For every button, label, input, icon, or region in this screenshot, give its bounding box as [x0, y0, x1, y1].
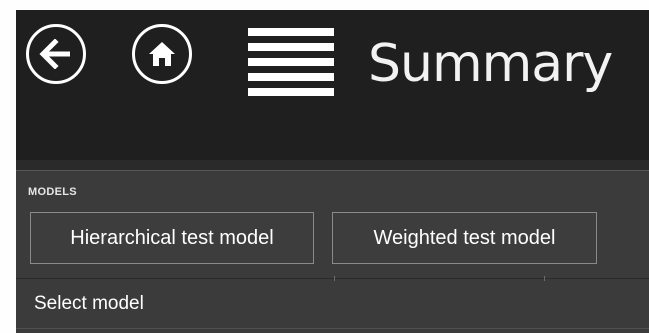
menu-bar — [248, 43, 334, 51]
app-surface: Summary MODELS Hierarchical test model W… — [16, 10, 649, 333]
menu-bar — [248, 73, 334, 81]
hamburger-menu-button[interactable] — [248, 28, 334, 96]
home-button[interactable] — [132, 24, 192, 84]
home-icon — [149, 42, 175, 66]
menu-bar — [248, 58, 334, 66]
page-title: Summary — [368, 34, 613, 94]
divider-tick — [334, 276, 335, 281]
weighted-model-button[interactable]: Weighted test model — [332, 212, 597, 264]
app-window: Summary MODELS Hierarchical test model W… — [0, 0, 649, 333]
panel-header-strip — [16, 160, 649, 170]
models-section-label: MODELS — [28, 186, 77, 198]
menu-bar — [248, 28, 334, 36]
divider-tick — [544, 276, 545, 281]
bottom-divider — [16, 328, 649, 329]
panel-divider — [16, 278, 649, 279]
select-model-label[interactable]: Select model — [34, 293, 144, 315]
back-arrow-icon — [39, 39, 70, 69]
menu-bar — [248, 88, 334, 96]
back-button[interactable] — [26, 24, 86, 84]
hierarchical-model-button[interactable]: Hierarchical test model — [30, 212, 314, 264]
